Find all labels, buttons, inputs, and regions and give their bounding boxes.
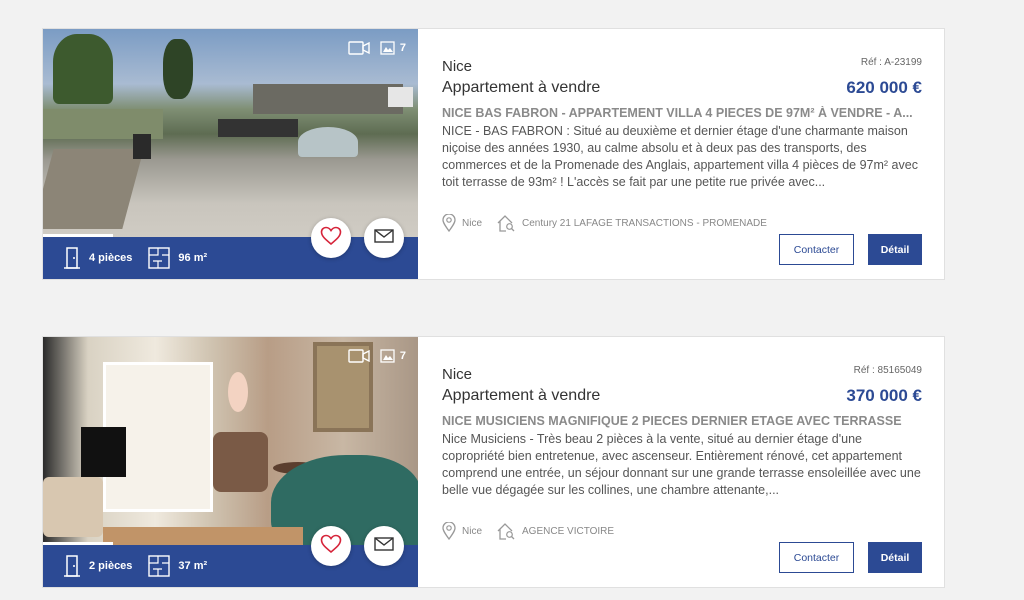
agency-name: Century 21 LAFAGE TRANSACTIONS - PROMENA…: [522, 217, 767, 229]
envelope-icon: [374, 228, 394, 248]
heart-icon: [320, 534, 342, 559]
photo-gallery-icon: [380, 349, 396, 363]
floor-plan-icon: [148, 247, 171, 269]
location-info: Nice: [442, 522, 482, 540]
listing-price: 370 000 €: [846, 386, 922, 405]
media-icons: 7: [348, 41, 406, 55]
surface-info: 96 m²: [148, 247, 207, 269]
photo-info-bar: 4 pièces 96 m²: [43, 234, 418, 279]
location-value: Nice: [462, 217, 483, 229]
house-search-icon: [496, 214, 516, 232]
favorite-button[interactable]: [311, 526, 351, 566]
listing-city: Nice: [442, 366, 473, 383]
listing-card[interactable]: 7 2 pièces 37 m² Nice Réf: 85165049 App…: [42, 336, 945, 588]
listing-description: Nice Musiciens - Très beau 2 pièces à la…: [442, 432, 921, 497]
video-camera-icon[interactable]: [348, 41, 370, 55]
listing-headline[interactable]: NICE MUSICIENS MAGNIFIQUE 2 PIECES DERNI…: [442, 414, 922, 428]
video-camera-icon[interactable]: [348, 349, 370, 363]
listing-meta: Nice Century 21 LAFAGE TRANSACTIONS - PR…: [442, 214, 767, 232]
envelope-icon: [374, 536, 394, 556]
media-icons: 7: [348, 349, 406, 363]
listing-photo[interactable]: 7 2 pièces 37 m²: [43, 337, 418, 587]
slider-indicator: [43, 542, 113, 545]
listing-headline[interactable]: NICE BAS FABRON - APPARTEMENT VILLA 4 PI…: [442, 106, 922, 120]
contact-button[interactable]: Contacter: [779, 234, 854, 265]
listing-photo[interactable]: 7 4 pièces 96 m²: [43, 29, 418, 279]
agency-info[interactable]: Century 21 LAFAGE TRANSACTIONS - PROMENA…: [496, 214, 767, 232]
slider-indicator: [43, 234, 113, 237]
listing-card[interactable]: 7 4 pièces 96 m² Nice Réf: A-23199 Appa…: [42, 28, 945, 280]
listing-info: Nice Réf : 85165049 Appartement à vendre…: [442, 337, 922, 587]
map-pin-icon: [442, 522, 456, 540]
house-search-icon: [496, 522, 516, 540]
listing-reference: Réf : A-23199: [860, 57, 922, 68]
photo-count[interactable]: 7: [380, 349, 406, 363]
favorite-button[interactable]: [311, 218, 351, 258]
listing-city: Nice: [442, 58, 473, 75]
photo-count-value: 7: [399, 350, 406, 362]
listing-description: NICE - BAS FABRON : Situé au deuxième et…: [442, 124, 918, 189]
door-icon: [63, 555, 81, 577]
email-button[interactable]: [364, 218, 404, 258]
photo-count-value: 7: [399, 42, 406, 54]
agency-name: AGENCE VICTOIRE: [522, 525, 615, 537]
detail-button[interactable]: Détail: [868, 542, 922, 573]
rooms-info: 4 pièces: [63, 247, 132, 269]
listing-price: 620 000 €: [846, 78, 922, 97]
photo-count[interactable]: 7: [380, 41, 406, 55]
rooms-info: 2 pièces: [63, 555, 132, 577]
listing-info: Nice Réf : A-23199 Appartement à vendre …: [442, 29, 922, 279]
agency-info[interactable]: AGENCE VICTOIRE: [496, 522, 614, 540]
photo-info-bar: 2 pièces 37 m²: [43, 542, 418, 587]
detail-button[interactable]: Détail: [868, 234, 922, 265]
floor-plan-icon: [148, 555, 171, 577]
location-info: Nice: [442, 214, 482, 232]
rooms-value: 4 pièces: [89, 252, 133, 264]
listing-reference: Réf : 85165049: [853, 365, 922, 376]
location-value: Nice: [462, 525, 483, 537]
photo-gallery-icon: [380, 41, 396, 55]
listing-type: Appartement à vendre: [442, 387, 601, 404]
listing-meta: Nice AGENCE VICTOIRE: [442, 522, 614, 540]
heart-icon: [320, 226, 342, 251]
contact-button[interactable]: Contacter: [779, 542, 854, 573]
door-icon: [63, 247, 81, 269]
map-pin-icon: [442, 214, 456, 232]
surface-value: 37 m²: [178, 560, 208, 572]
listing-type: Appartement à vendre: [442, 79, 601, 96]
surface-value: 96 m²: [178, 252, 208, 264]
email-button[interactable]: [364, 526, 404, 566]
rooms-value: 2 pièces: [89, 560, 133, 572]
surface-info: 37 m²: [148, 555, 207, 577]
